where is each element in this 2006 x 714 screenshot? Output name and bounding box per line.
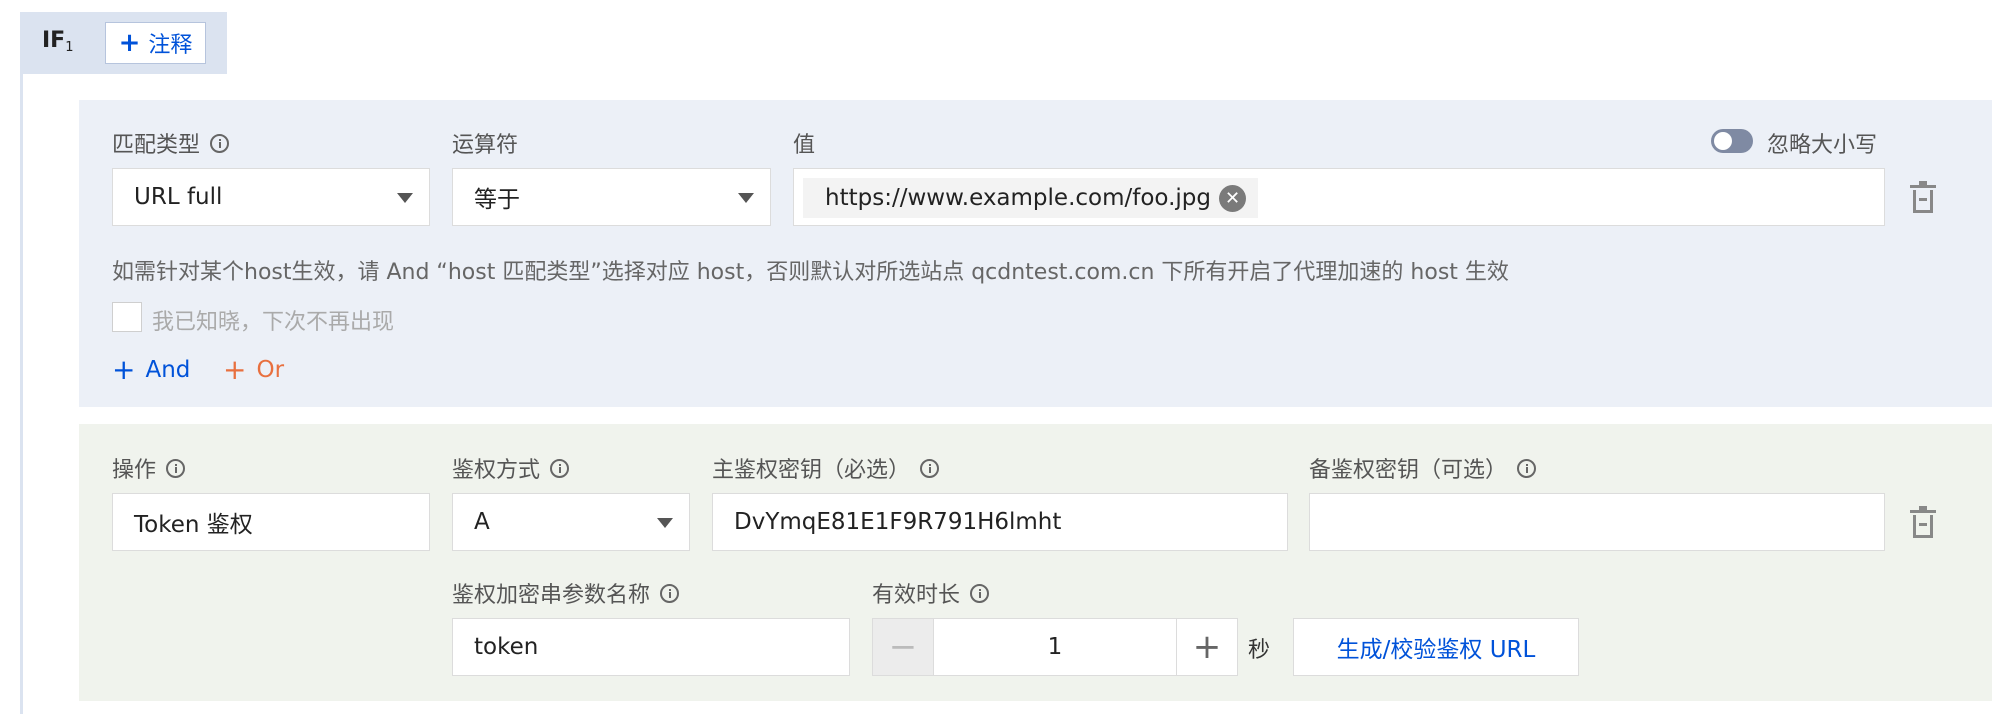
backup-key-label: 备鉴权密钥（可选） (1309, 452, 1537, 484)
primary-key-label: 主鉴权密钥（必选） (712, 452, 940, 484)
if-index: 1 (65, 40, 74, 55)
operation-label-text: 操作 (112, 458, 157, 483)
chevron-down-icon (397, 193, 413, 203)
auth-method-value: A (474, 509, 490, 535)
trash-lid (1910, 185, 1936, 188)
primary-key-input[interactable]: DvYmqE81E1F9R791H6lmht (712, 493, 1288, 551)
match-type-value: URL full (134, 184, 223, 210)
delete-action-trash-icon[interactable] (1910, 506, 1936, 538)
ignore-case-toggle[interactable] (1711, 129, 1753, 153)
validity-label-text: 有效时长 (872, 583, 961, 608)
value-tag-text: https://www.example.com/foo.jpg (825, 185, 1211, 211)
plus-icon: + (112, 353, 136, 386)
operation-value: Token 鉴权 (134, 512, 253, 538)
dismiss-hint-label: 我已知晓，下次不再出现 (152, 310, 395, 335)
info-icon[interactable] (660, 583, 680, 603)
match-type-select[interactable]: URL full (112, 168, 430, 226)
value-tag-input[interactable]: https://www.example.com/foo.jpg ✕ (793, 168, 1885, 226)
match-type-label-text: 匹配类型 (112, 133, 201, 158)
param-name-input[interactable]: token (452, 618, 850, 676)
add-or-label: Or (256, 357, 285, 383)
primary-key-label-text: 主鉴权密钥（必选） (712, 458, 911, 483)
primary-key-value: DvYmqE81E1F9R791H6lmht (734, 509, 1062, 535)
dismiss-hint-checkbox[interactable] (112, 302, 142, 332)
generate-auth-url-button[interactable]: 生成/校验鉴权 URL (1293, 618, 1579, 676)
increment-button[interactable]: + (1176, 618, 1238, 676)
if-label: IF1 (42, 28, 74, 55)
ignore-case-label-text: 忽略大小写 (1767, 133, 1878, 158)
auth-method-label-text: 鉴权方式 (452, 458, 541, 483)
add-note-label: 注释 (148, 33, 193, 58)
operator-value: 等于 (474, 187, 520, 213)
close-icon[interactable]: ✕ (1219, 184, 1246, 212)
validity-label: 有效时长 (872, 577, 990, 609)
operator-label: 运算符 (452, 127, 518, 159)
value-label-text: 值 (793, 133, 816, 158)
validity-unit: 秒 (1248, 632, 1270, 664)
plus-icon: + (223, 353, 247, 386)
add-and-label: And (145, 357, 191, 383)
decrement-button[interactable]: − (872, 618, 934, 676)
if-label-text: IF (42, 28, 66, 53)
auth-method-select[interactable]: A (452, 493, 690, 551)
backup-key-label-text: 备鉴权密钥（可选） (1309, 458, 1508, 483)
operation-label: 操作 (112, 452, 186, 484)
info-icon[interactable] (550, 458, 570, 478)
backup-key-input[interactable] (1309, 493, 1885, 551)
rule-rail (20, 74, 23, 714)
param-name-value: token (474, 634, 539, 660)
validity-input[interactable]: 1 (933, 618, 1177, 676)
trash-body (1913, 190, 1933, 213)
validity-value: 1 (1047, 634, 1063, 660)
trash-body (1913, 515, 1933, 538)
match-type-label: 匹配类型 (112, 127, 230, 159)
auth-method-label: 鉴权方式 (452, 452, 570, 484)
add-or-button[interactable]: + Or (223, 356, 284, 384)
value-label: 值 (793, 127, 815, 159)
validity-unit-text: 秒 (1248, 638, 1271, 663)
delete-condition-trash-icon[interactable] (1910, 181, 1936, 213)
info-icon[interactable] (166, 458, 186, 478)
info-icon[interactable] (970, 583, 990, 603)
operation-field[interactable]: Token 鉴权 (112, 493, 430, 551)
operator-label-text: 运算符 (452, 133, 519, 158)
value-tag: https://www.example.com/foo.jpg ✕ (803, 178, 1258, 218)
info-icon[interactable] (1517, 458, 1537, 478)
chevron-down-icon (657, 518, 673, 528)
add-note-button[interactable]: + 注释 (105, 22, 206, 64)
trash-lid (1910, 510, 1936, 513)
operator-select[interactable]: 等于 (452, 168, 771, 226)
chevron-down-icon (738, 193, 754, 203)
ignore-case-label: 忽略大小写 (1767, 127, 1877, 159)
info-icon[interactable] (920, 458, 940, 478)
plus-icon: + (118, 28, 141, 58)
info-icon[interactable] (210, 133, 230, 153)
param-name-label: 鉴权加密串参数名称 (452, 577, 680, 609)
host-hint-text: 如需针对某个host生效，请 And “host 匹配类型”选择对应 host，… (112, 260, 1509, 285)
param-name-label-text: 鉴权加密串参数名称 (452, 583, 651, 608)
add-and-button[interactable]: + And (112, 356, 190, 384)
